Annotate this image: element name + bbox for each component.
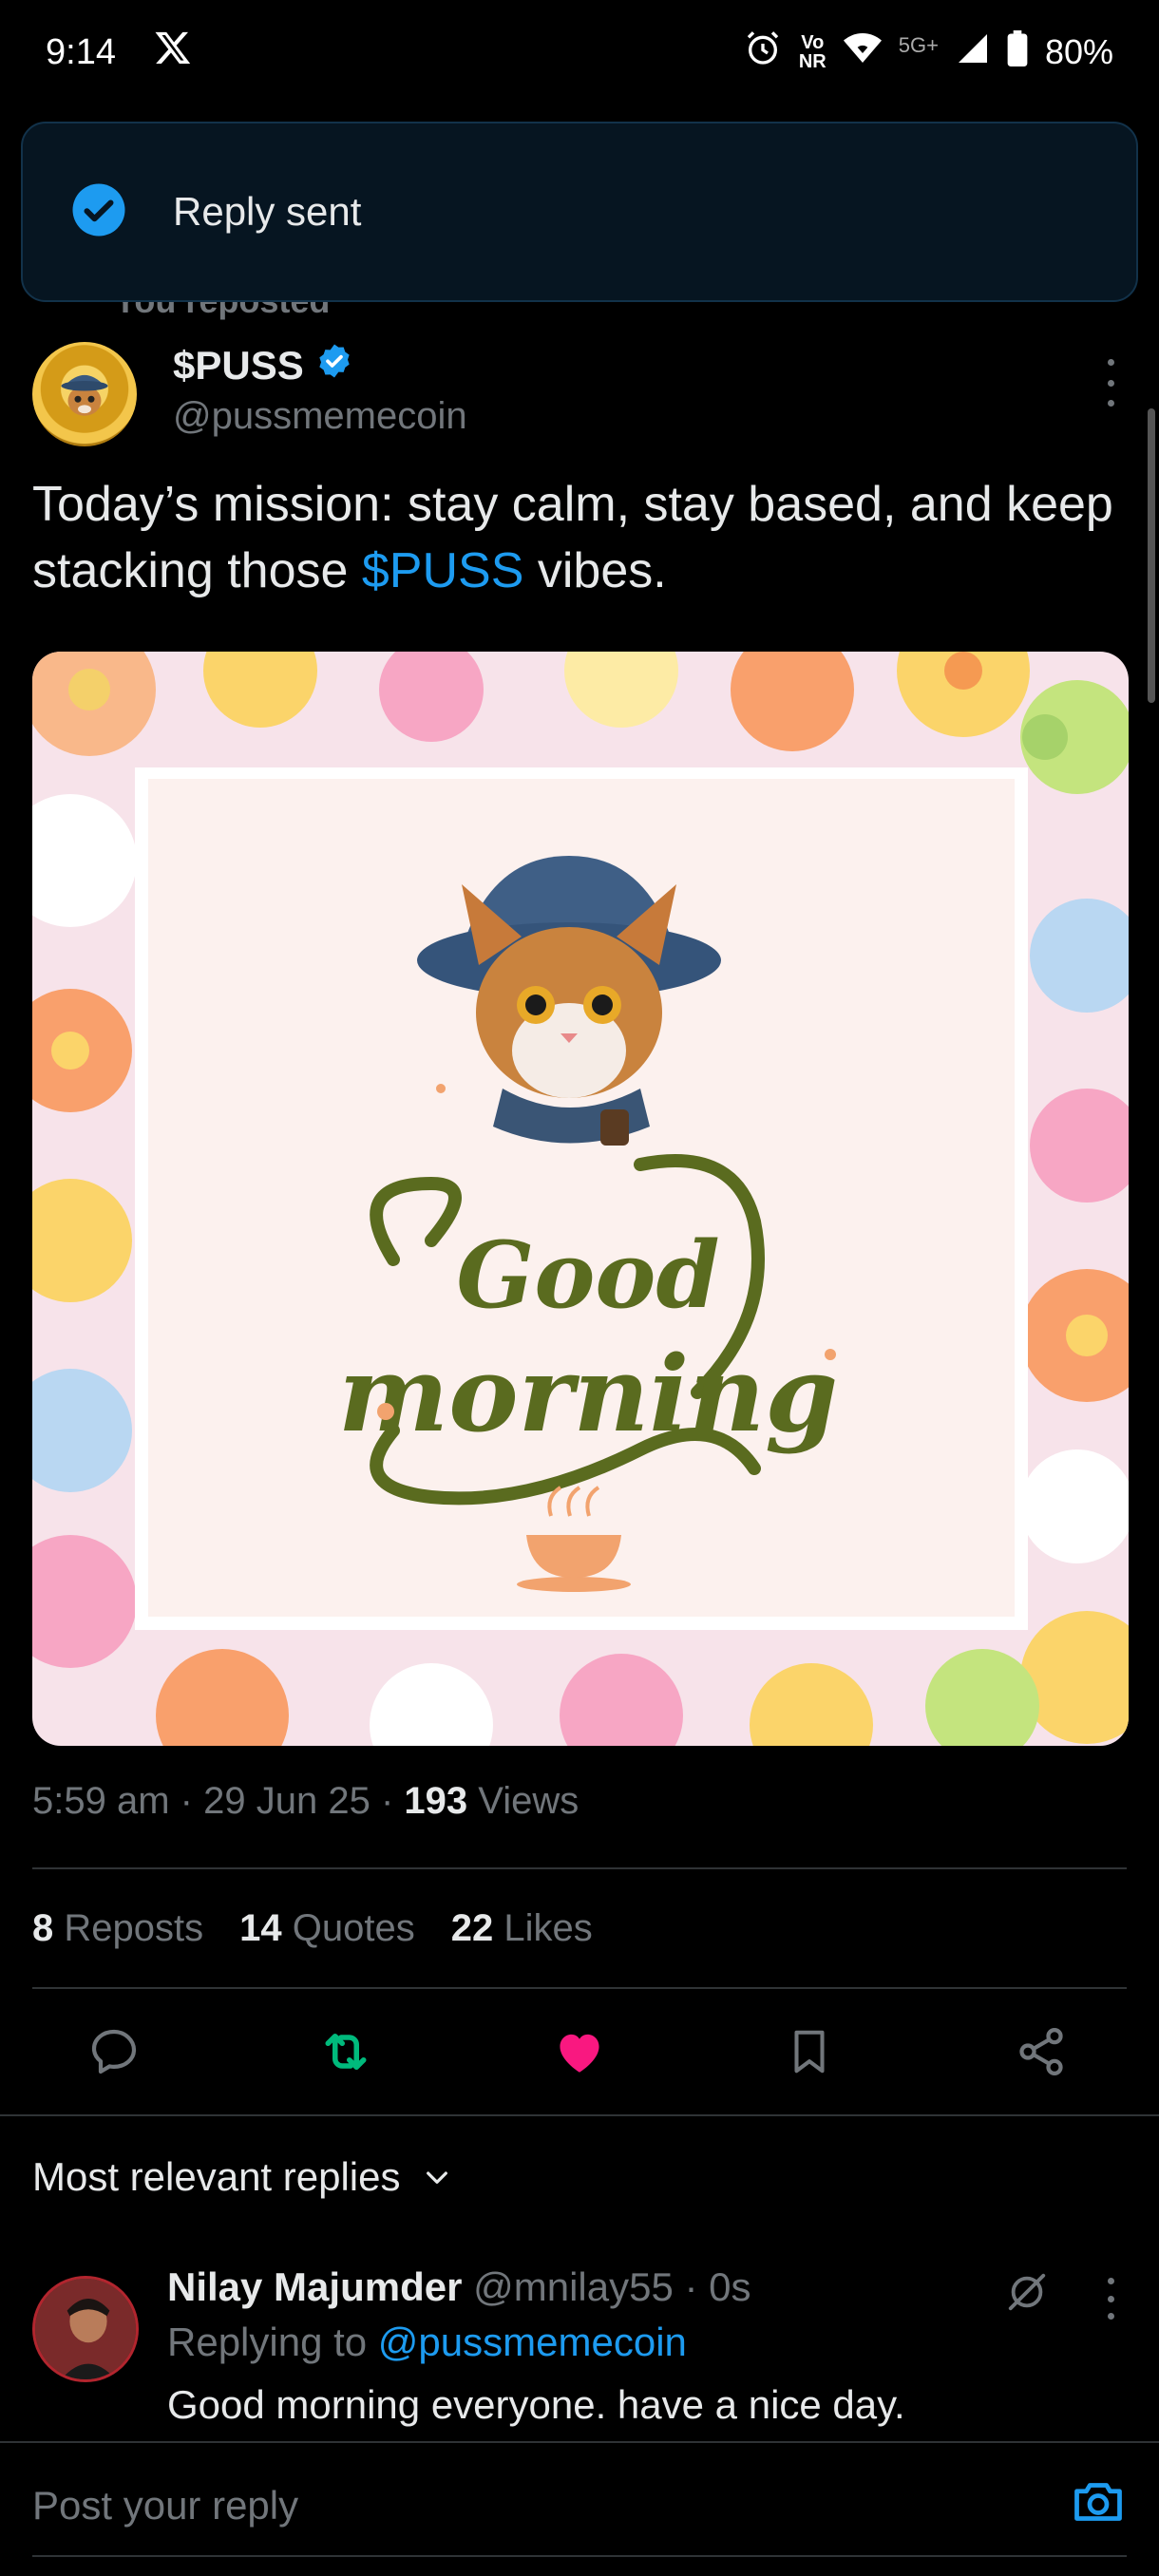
like-button[interactable] (542, 2014, 618, 2090)
tweet-date: 29 Jun 25 (203, 1780, 370, 1822)
heart-filled-icon (560, 2034, 599, 2073)
tweet-text: Today’s mission: stay calm, stay based, … (32, 471, 1125, 604)
battery-icon (1007, 29, 1028, 75)
cashtag-link[interactable]: $PUSS (362, 543, 524, 598)
likes-stat[interactable]: 22 Likes (451, 1907, 593, 1950)
media-text-morning: morning (338, 1333, 838, 1455)
check-circle-icon (70, 181, 127, 243)
status-time: 9:14 (46, 31, 116, 72)
reposts-count: 8 (32, 1907, 54, 1949)
reply-input[interactable] (32, 2477, 1020, 2534)
views-count: 193 (404, 1780, 468, 1822)
tweet-meta: 5:59 am · 29 Jun 25 · 193 Views (32, 1780, 579, 1823)
meta-separator: · (180, 1780, 193, 1822)
share-icon (1019, 2028, 1063, 2075)
quotes-count: 14 (239, 1907, 282, 1949)
chevron-down-icon (426, 2171, 447, 2184)
tweet-image[interactable]: Good morning (32, 652, 1129, 1746)
tweet-text-after: vibes. (523, 543, 667, 598)
reply-avatar[interactable] (32, 2276, 139, 2382)
good-morning-cat-illustration: Good morning (32, 652, 1129, 1746)
bookmark-button[interactable] (771, 2014, 847, 2090)
replying-prefix: Replying to (167, 2320, 378, 2364)
status-bar: 9:14 Vo NR 5G+ 80% (0, 0, 1159, 104)
meta-separator: · (380, 1780, 394, 1822)
divider (32, 1867, 1127, 1869)
tweet-author: $PUSS @pussmemecoin (32, 342, 1125, 456)
composer-underline (32, 2555, 1127, 2557)
scrollbar[interactable] (1148, 408, 1155, 703)
repost-button[interactable] (308, 2014, 384, 2090)
alarm-icon (744, 29, 782, 76)
reply-button[interactable] (76, 2014, 152, 2090)
wifi-icon (843, 31, 882, 74)
repost-icon (325, 2034, 367, 2070)
bookmark-icon (794, 2030, 825, 2074)
reply-sort-dropdown[interactable]: Most relevant replies (32, 2154, 452, 2200)
reposts-stat[interactable]: 8 Reposts (32, 1907, 203, 1950)
reply-composer (0, 2441, 1159, 2576)
toast-text: Reply sent (173, 189, 362, 234)
author-name-text: $PUSS (173, 343, 304, 388)
x-app-icon (154, 28, 192, 76)
views-label[interactable]: Views (478, 1780, 579, 1822)
divider (0, 2114, 1159, 2116)
network-top-text: Vo (801, 32, 825, 53)
volte-indicator: Vo NR (799, 33, 826, 71)
reply-text: Good morning everyone. have a nice day. (167, 2382, 905, 2427)
replying-to: Replying to @pussmemecoin (167, 2320, 687, 2365)
reply-icon (91, 2029, 137, 2074)
engagement-stats: 8 Reposts 14 Quotes 22 Likes (32, 1907, 593, 1950)
person-avatar-icon (35, 2279, 136, 2379)
share-button[interactable] (1003, 2014, 1079, 2090)
author-avatar[interactable] (32, 342, 137, 446)
more-options-icon[interactable] (1096, 359, 1125, 407)
reply-sent-toast[interactable]: Reply sent (21, 122, 1138, 302)
author-handle[interactable]: @pussmemecoin (173, 395, 467, 438)
action-bar (0, 2014, 1159, 2090)
replying-to-link[interactable]: @pussmemecoin (378, 2320, 687, 2364)
reply-author-name[interactable]: Nilay Majumder (167, 2264, 462, 2309)
tweet-time: 5:59 am (32, 1780, 170, 1822)
quotes-stat[interactable]: 14 Quotes (239, 1907, 415, 1950)
sort-label: Most relevant replies (32, 2154, 401, 2199)
divider (32, 1987, 1127, 1989)
verified-badge-icon (315, 342, 353, 389)
reply-handle-time[interactable]: @mnilay55 · 0s (473, 2264, 750, 2309)
media-text-good: Good (456, 1222, 719, 1329)
reposts-label: Reposts (64, 1907, 204, 1949)
reply-item[interactable]: Nilay Majumder @mnilay55 · 0s Replying t… (32, 2264, 1125, 2445)
signal-icon (956, 31, 990, 74)
grok-icon[interactable] (1005, 2270, 1049, 2319)
author-name[interactable]: $PUSS (173, 342, 353, 389)
reply-more-options-icon[interactable] (1096, 2278, 1125, 2320)
likes-label: Likes (504, 1907, 593, 1949)
likes-count: 22 (450, 1907, 494, 1949)
quotes-label: Quotes (292, 1907, 415, 1949)
reply-header: Nilay Majumder @mnilay55 · 0s (167, 2264, 751, 2310)
network-generation: 5G+ (898, 33, 939, 57)
network-bottom-text: NR (798, 51, 826, 72)
camera-icon[interactable] (1070, 2473, 1127, 2535)
battery-percent: 80% (1044, 32, 1113, 71)
cat-logo-icon (61, 374, 108, 416)
